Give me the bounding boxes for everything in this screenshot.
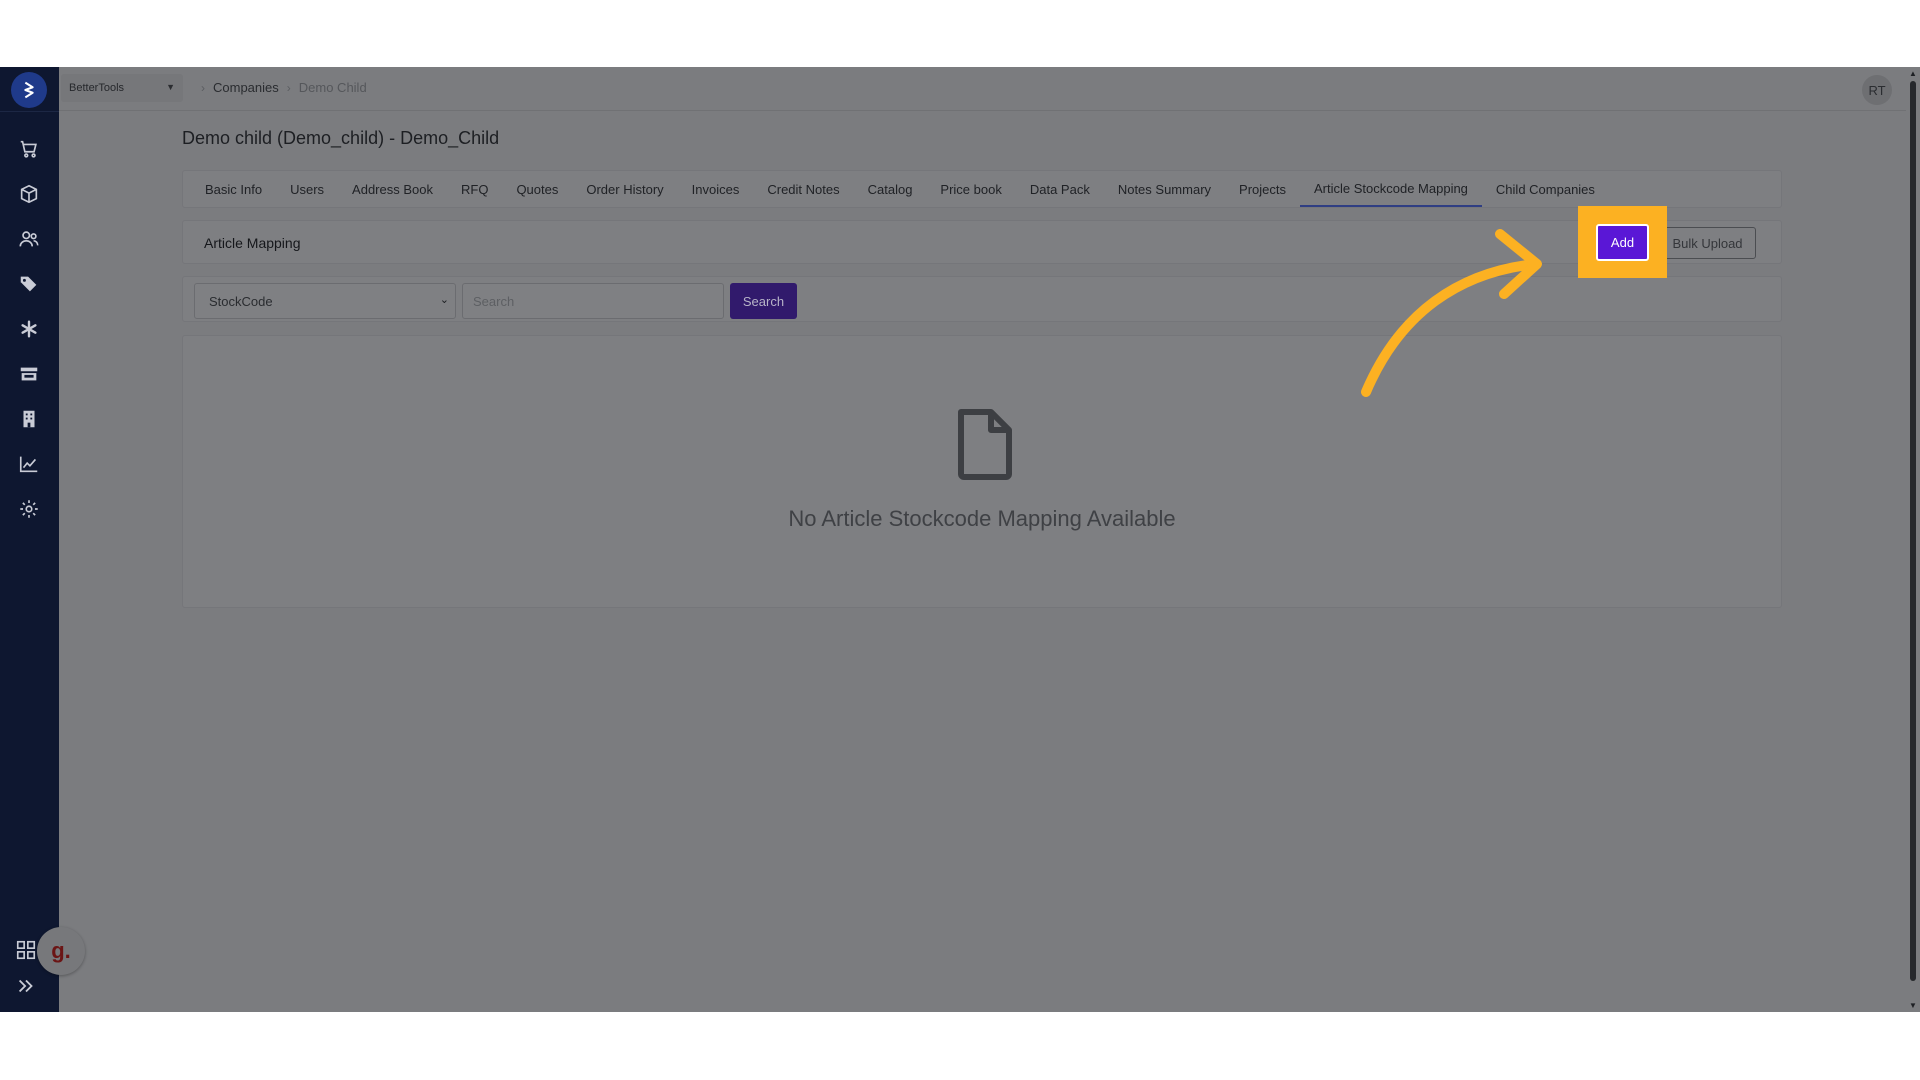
settings-icon[interactable]: [17, 497, 41, 521]
breadcrumb: › Companies › Demo Child: [201, 80, 367, 95]
sidebar: [0, 67, 59, 1012]
tab-price-book[interactable]: Price book: [926, 171, 1015, 207]
tab-catalog[interactable]: Catalog: [854, 171, 927, 207]
scroll-down-icon[interactable]: ▼: [1909, 1001, 1917, 1010]
tab-projects[interactable]: Projects: [1225, 171, 1300, 207]
chart-icon[interactable]: [17, 452, 41, 476]
file-icon: [958, 409, 1012, 480]
tab-notes-summary[interactable]: Notes Summary: [1104, 171, 1225, 207]
tags-icon[interactable]: [17, 272, 41, 296]
breadcrumb-current: Demo Child: [298, 80, 367, 95]
store-icon[interactable]: [17, 362, 41, 386]
g-widget-button[interactable]: g.: [37, 927, 85, 975]
page-title: Demo child (Demo_child) - Demo_Child: [182, 128, 500, 148]
top-bar: BetterTools ▼ › Companies › Demo Child R…: [59, 67, 1920, 111]
empty-state-message: No Article Stockcode Mapping Available: [788, 506, 1176, 531]
annotation-arrow-icon: [1361, 229, 1542, 397]
app-logo[interactable]: [11, 72, 47, 108]
tab-basic-info[interactable]: Basic Info: [191, 171, 276, 207]
company-name: BetterTools: [69, 82, 125, 94]
tab-quotes[interactable]: Quotes: [502, 171, 572, 207]
search-button[interactable]: Search: [730, 283, 797, 319]
asterisk-icon[interactable]: [17, 317, 41, 341]
vertical-scrollbar[interactable]: ▲ ▼: [1906, 67, 1920, 1012]
chevron-down-icon: ⌄: [439, 294, 449, 306]
bulk-upload-button[interactable]: Bulk Upload: [1659, 227, 1756, 259]
field-select[interactable]: StockCode ⌄: [194, 283, 456, 319]
add-button[interactable]: Add: [1596, 224, 1649, 261]
tab-order-history[interactable]: Order History: [572, 171, 677, 207]
building-icon[interactable]: [17, 407, 41, 431]
chevron-down-icon: ▼: [166, 82, 175, 92]
logo-icon: [24, 81, 34, 99]
tab-credit-notes[interactable]: Credit Notes: [753, 171, 853, 207]
company-selector[interactable]: BetterTools ▼: [61, 74, 183, 102]
tab-data-pack[interactable]: Data Pack: [1016, 171, 1104, 207]
breadcrumb-separator: ›: [201, 80, 205, 95]
field-select-value: StockCode: [209, 294, 273, 309]
tab-rfq[interactable]: RFQ: [447, 171, 502, 207]
scroll-thumb[interactable]: [1910, 81, 1916, 981]
expand-icon[interactable]: [14, 974, 38, 998]
breadcrumb-companies[interactable]: Companies: [213, 80, 279, 95]
cart-icon[interactable]: [17, 137, 41, 161]
sidebar-divider: [0, 111, 59, 112]
avatar[interactable]: RT: [1862, 75, 1892, 105]
box-icon[interactable]: [17, 182, 41, 206]
section-title: Article Mapping: [204, 235, 301, 251]
tab-users[interactable]: Users: [276, 171, 338, 207]
scroll-up-icon[interactable]: ▲: [1909, 69, 1917, 78]
breadcrumb-separator: ›: [286, 80, 291, 95]
app-frame: BetterTools ▼ › Companies › Demo Child R…: [0, 67, 1920, 1012]
search-input[interactable]: [462, 283, 724, 319]
users-icon[interactable]: [17, 227, 41, 251]
apps-grid-icon[interactable]: [14, 938, 38, 962]
tab-invoices[interactable]: Invoices: [678, 171, 754, 207]
tab-address-book[interactable]: Address Book: [338, 171, 447, 207]
